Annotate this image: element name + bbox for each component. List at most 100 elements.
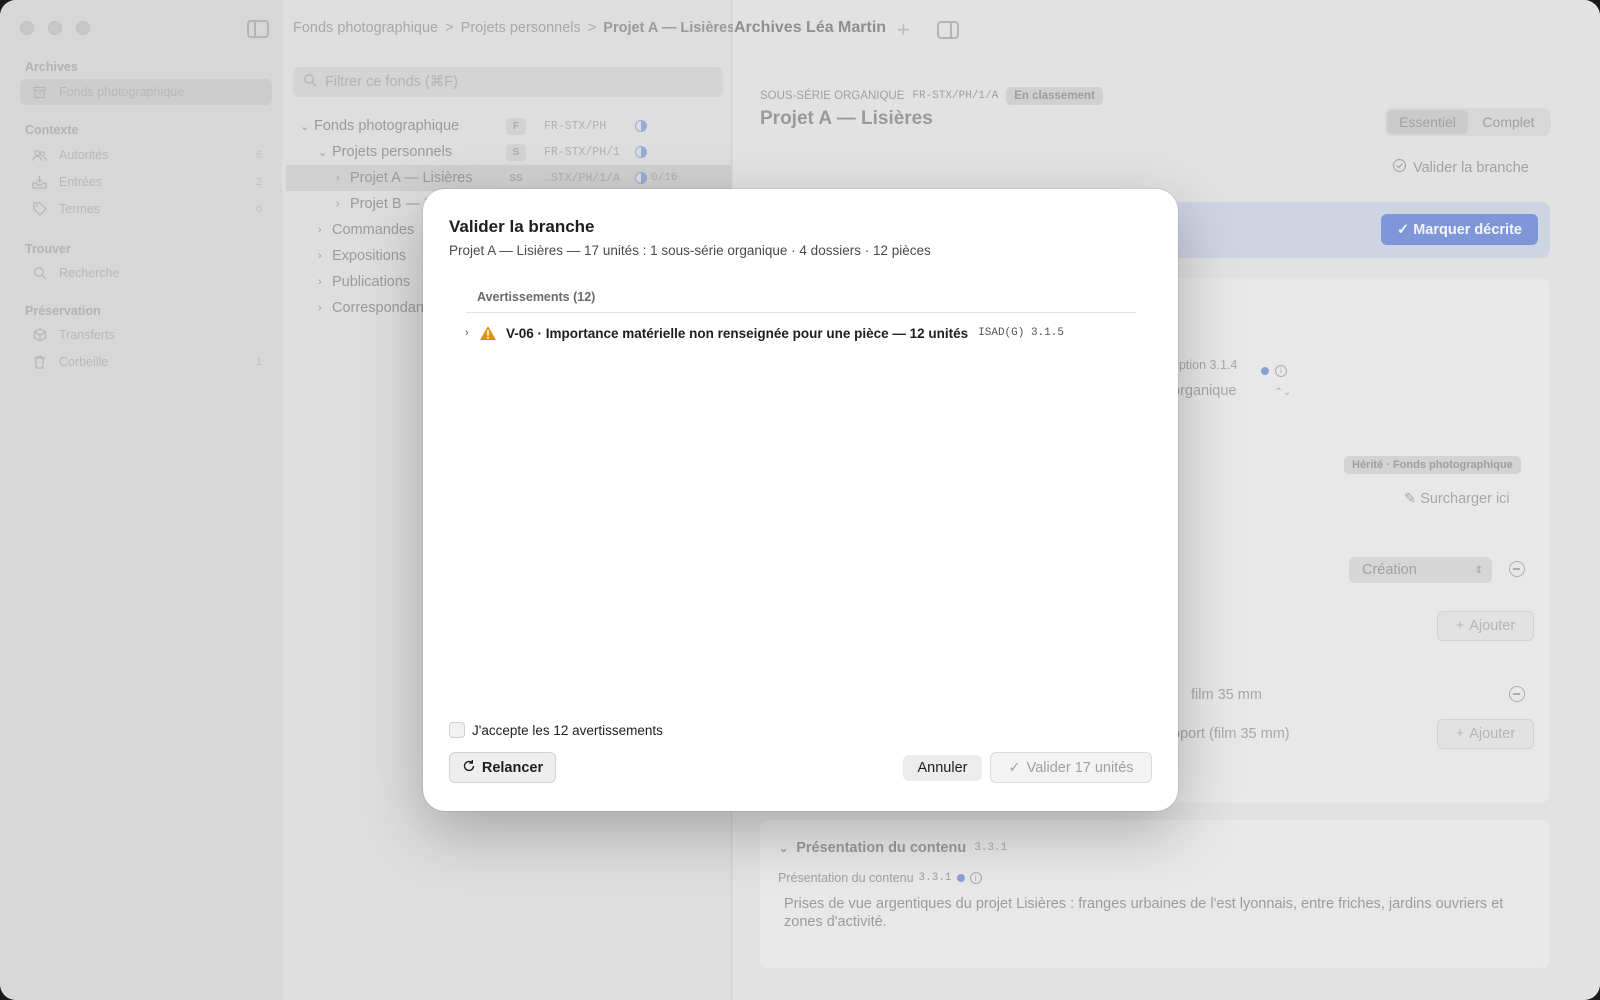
sidebar-item-autorites[interactable]: Autorités 6 (20, 142, 272, 168)
sidebar-item-label: Transferts (59, 328, 115, 342)
chevron-right-icon[interactable]: › (336, 172, 340, 184)
sidebar-item-fonds[interactable]: Fonds photographique (20, 79, 272, 105)
rerun-label: Relancer (481, 759, 544, 776)
check-seal-icon (1392, 158, 1407, 177)
minimize-window-button[interactable] (48, 21, 62, 35)
archive-box-icon (32, 85, 47, 100)
breadcrumb-item[interactable]: Projets personnels (461, 20, 581, 36)
field-label-fragment: ription 3.1.4 (1172, 358, 1237, 372)
info-icon[interactable]: i (969, 872, 982, 884)
inspector-toggle-icon[interactable] (937, 21, 959, 39)
sidebar-item-entrees[interactable]: Entrées 2 (20, 169, 272, 195)
window-controls (20, 21, 90, 35)
level-select-fragment[interactable]: organique ⌃⌄ (1172, 383, 1291, 399)
breadcrumb-separator: > (445, 20, 454, 36)
tree-row-label: Projet A — Lisières (350, 170, 473, 186)
role-select-value: Création (1362, 562, 1417, 578)
chevron-down-icon[interactable]: ⌄ (318, 146, 327, 159)
breadcrumb-item[interactable]: Fonds photographique (293, 20, 438, 36)
section-header[interactable]: ⌄ Présentation du contenu 3.3.1 (779, 840, 1007, 856)
sidebar-item-label: Autorités (59, 148, 109, 162)
validate-branch-button[interactable]: Valider la branche (1392, 158, 1529, 177)
sidebar-item-recherche[interactable]: Recherche (20, 260, 272, 286)
section-code: 3.3.1 (974, 842, 1008, 854)
tree-row[interactable]: ⌄ Fonds photographique F FR-STX/PH (286, 113, 732, 139)
sidebar-toggle-icon[interactable] (247, 20, 269, 38)
tree-row-selected[interactable]: › Projet A — Lisières SS …STX/PH/1/A 0/1… (286, 165, 732, 191)
tree-row[interactable]: ⌄ Projets personnels S FR-STX/PH/1 (286, 139, 732, 165)
field-code: 3.3.1 (918, 872, 952, 884)
modified-dot (1261, 362, 1269, 380)
breadcrumb-separator: > (587, 20, 597, 36)
cancel-button[interactable]: Annuler (903, 755, 982, 781)
field-label-text: Présentation du contenu (778, 871, 914, 885)
checkbox[interactable] (449, 722, 465, 738)
remove-icon[interactable] (1509, 686, 1525, 702)
segment-essentiel[interactable]: Essentiel (1387, 110, 1468, 134)
segment-complet[interactable]: Complet (1468, 110, 1549, 134)
chevron-right-icon[interactable]: › (318, 276, 322, 288)
checkmark-icon: ✓ (1008, 759, 1021, 776)
sidebar-section-contexte: Contexte (25, 123, 79, 137)
breadcrumb-current[interactable]: Projet A — Lisières (603, 20, 735, 36)
chevron-right-icon[interactable]: › (318, 250, 322, 262)
chevron-right-icon[interactable]: › (318, 302, 322, 314)
info-icon[interactable]: i (1275, 360, 1287, 378)
remove-icon[interactable] (1509, 561, 1525, 577)
filter-input[interactable]: Filtrer ce fonds (⌘F) (293, 67, 723, 97)
validate-units-button[interactable]: ✓ Valider 17 unités (990, 752, 1152, 783)
chevron-right-icon[interactable]: › (465, 327, 479, 339)
content-textarea[interactable]: Prises de vue argentiques du projet Lisi… (784, 895, 1534, 931)
sidebar-item-label: Recherche (59, 266, 120, 280)
ref-code: FR-STX/PH (544, 119, 607, 133)
tree-row-label: Projet B — L (350, 196, 433, 212)
chevron-right-icon[interactable]: › (336, 198, 340, 210)
trash-icon (32, 355, 47, 370)
plus-icon[interactable]: + (897, 17, 910, 43)
chevron-down-icon[interactable]: ⌄ (300, 120, 309, 133)
sidebar-item-corbeille[interactable]: Corbeille 1 (20, 349, 272, 375)
rerun-button[interactable]: Relancer (449, 752, 556, 783)
window-title: Archives Léa Martin (734, 19, 887, 36)
sidebar-item-count: 6 (255, 149, 262, 161)
zoom-window-button[interactable] (76, 21, 90, 35)
sidebar-item-termes[interactable]: Termes 6 (20, 196, 272, 222)
ref-code: …STX/PH/1/A (544, 171, 620, 185)
plus-icon: + (1455, 726, 1465, 742)
warning-row[interactable]: › V-06 · Importance matérielle non rense… (465, 321, 1135, 345)
view-segmented-control: Essentiel Complet (1385, 108, 1551, 136)
override-label: Surcharger ici (1420, 491, 1510, 507)
sidebar-item-label: Termes (59, 202, 100, 216)
add-button[interactable]: + Ajouter (1437, 719, 1534, 749)
modified-dot (956, 874, 965, 882)
tree-row-label: Projets personnels (332, 144, 453, 160)
close-window-button[interactable] (20, 21, 34, 35)
sidebar-item-transferts[interactable]: Transferts (20, 322, 272, 348)
inherited-badge: Hérité · Fonds photographique (1344, 456, 1521, 474)
record-meta: SOUS-SÉRIE ORGANIQUE FR-STX/PH/1/A En cl… (760, 87, 1103, 105)
add-label: Ajouter (1469, 726, 1516, 742)
level-badge: F (506, 117, 526, 135)
add-button[interactable]: + Ajouter (1437, 611, 1534, 641)
app-window: Archives Fonds photographique Contexte A… (0, 0, 1600, 1000)
override-button[interactable]: ✎ Surcharger ici (1404, 491, 1510, 507)
tree-row-label: Fonds photographique (314, 118, 460, 134)
extent-value[interactable]: film 35 mm (1191, 687, 1262, 703)
role-select[interactable]: Création ⇕ (1349, 557, 1492, 583)
chevron-updown-icon: ⇕ (1474, 564, 1483, 576)
dialog-subtitle: Projet A — Lisières — 17 unités : 1 sous… (449, 243, 931, 258)
mark-described-button[interactable]: ✓ Marquer décrite (1381, 214, 1538, 245)
validate-units-label: Valider 17 unités (1026, 759, 1134, 776)
search-icon (303, 73, 317, 91)
support-placeholder-fragment[interactable]: pport (film 35 mm) (1172, 726, 1290, 742)
accept-warnings-checkbox[interactable]: J'accepte les 12 avertissements (449, 722, 663, 738)
level-badge: SS (506, 169, 526, 187)
chevron-right-icon[interactable]: › (318, 224, 322, 236)
warnings-header: Avertissements (12) (477, 290, 596, 304)
status-badge: En classement (1006, 87, 1103, 105)
progress-pie-icon (635, 146, 647, 158)
search-icon (32, 266, 47, 281)
sidebar-section-trouver: Trouver (25, 242, 71, 256)
sidebar-item-label: Corbeille (59, 355, 109, 369)
sidebar-item-label: Entrées (59, 175, 103, 189)
